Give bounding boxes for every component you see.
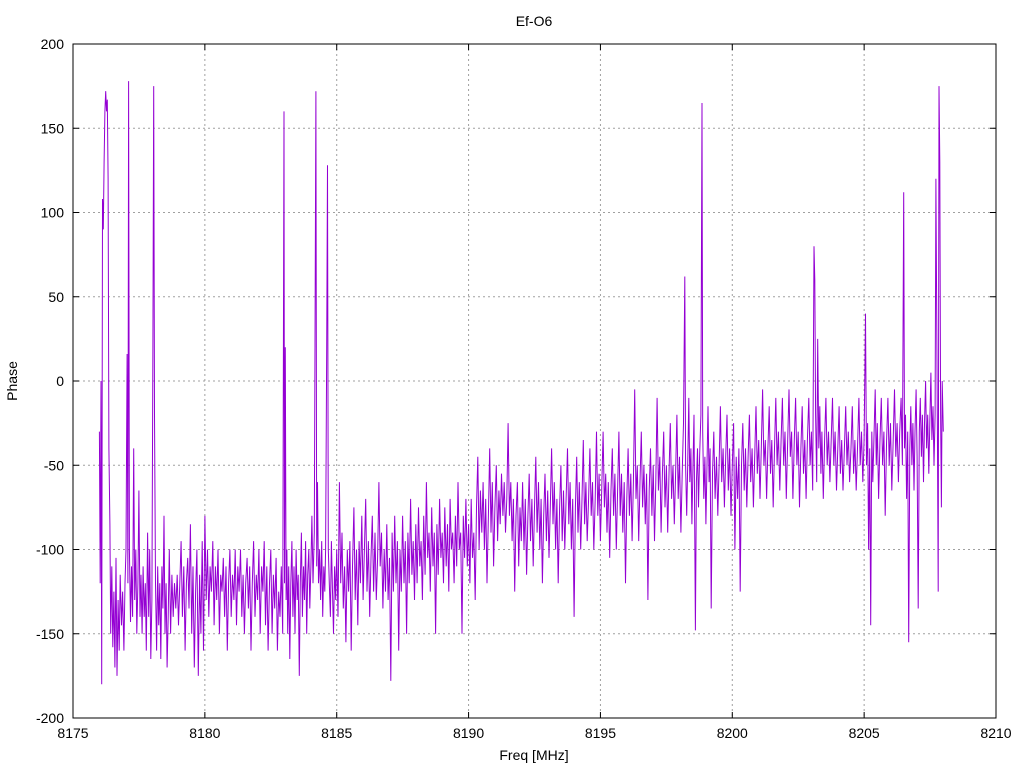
y-tick-label: 150 [41,120,65,136]
y-tick-label: 0 [56,373,64,389]
x-axis-label: Freq [MHz] [499,747,568,763]
chart-title: Ef-O6 [516,13,553,29]
x-tick-label: 8180 [189,725,220,741]
y-tick-label: -200 [36,710,64,726]
y-tick-label: 200 [41,36,65,52]
x-tick-label: 8200 [717,725,748,741]
x-tick-label: 8190 [453,725,484,741]
y-tick-label: -150 [36,626,64,642]
phase-chart: 8175 8180 8185 8190 8195 8200 8205 8210 -200 -150… [0,0,1024,768]
x-tick-label: 8195 [585,725,616,741]
x-tick-label: 8175 [57,725,88,741]
x-tick-label: 8185 [321,725,352,741]
y-tick-label: 50 [48,289,64,305]
x-tick-label: 8210 [980,725,1011,741]
x-tick-label: 8205 [849,725,880,741]
y-tick-label: 100 [41,205,65,221]
y-tick-label: -100 [36,542,64,558]
y-axis-label: Phase [4,361,20,401]
y-tick-label: -50 [44,457,64,473]
